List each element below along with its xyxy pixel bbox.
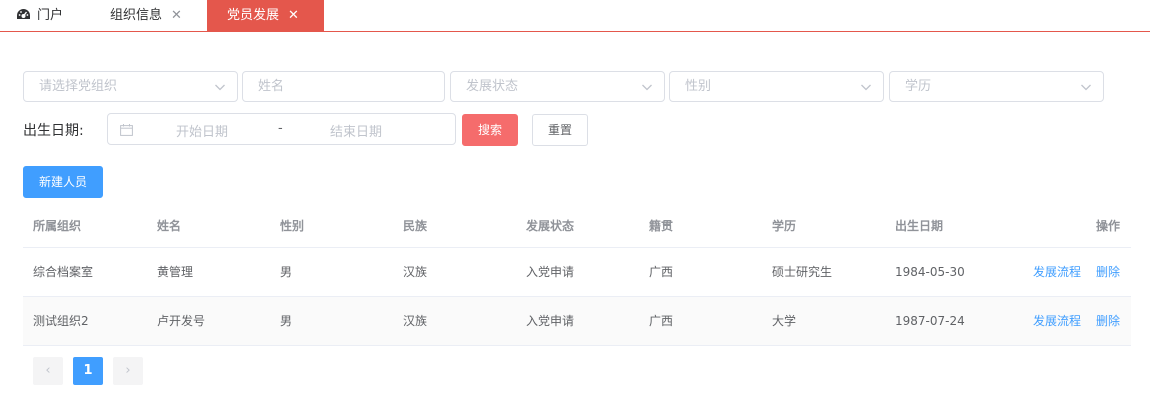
close-icon[interactable]: ✕ bbox=[171, 8, 182, 23]
cell-name: 黄管理 bbox=[157, 265, 194, 279]
chevron-down-icon bbox=[861, 84, 871, 91]
gender-select[interactable]: 性别 bbox=[669, 71, 884, 102]
status-select[interactable]: 发展状态 bbox=[450, 71, 665, 102]
dashboard-icon bbox=[17, 9, 30, 19]
tab-label: 党员发展 bbox=[227, 8, 280, 23]
birth-date-range-picker[interactable]: 开始日期 - 结束日期 bbox=[107, 113, 456, 145]
cell-gender: 男 bbox=[280, 314, 293, 328]
cell-ethnicity: 汉族 bbox=[403, 314, 428, 328]
name-input-placeholder: 姓名 bbox=[258, 79, 285, 94]
close-icon[interactable]: ✕ bbox=[288, 8, 299, 23]
reset-button[interactable]: 重置 bbox=[532, 114, 588, 146]
prev-page-button[interactable]: ‹ bbox=[33, 357, 63, 385]
org-select[interactable]: 请选择党组织 bbox=[23, 71, 238, 102]
chevron-down-icon bbox=[642, 84, 652, 91]
education-select-placeholder: 学历 bbox=[905, 79, 932, 94]
cell-organization: 测试组织2 bbox=[33, 314, 89, 328]
birth-date-label: 出生日期: bbox=[23, 123, 84, 139]
table-row: 测试组织2 卢开发号 男 汉族 入党申请 广西 大学 1987-07-24 发展… bbox=[23, 297, 1131, 346]
end-date-input[interactable]: 结束日期 bbox=[330, 121, 382, 140]
cell-education: 硕士研究生 bbox=[772, 265, 833, 279]
cell-actions: 发展流程 删除 bbox=[1033, 297, 1120, 345]
cell-birth-date: 1987-07-24 bbox=[895, 314, 965, 328]
tab-label: 组织信息 bbox=[110, 8, 163, 23]
cell-birth-date: 1984-05-30 bbox=[895, 265, 965, 279]
delete-link[interactable]: 删除 bbox=[1096, 314, 1120, 328]
header-education: 学历 bbox=[772, 219, 797, 233]
start-date-input[interactable]: 开始日期 bbox=[176, 121, 228, 140]
tab-bar: 门户 组织信息 ✕ 党员发展 ✕ bbox=[0, 0, 1150, 32]
table-header-row: 所属组织 姓名 性别 民族 发展状态 籍贯 学历 出生日期 操作 bbox=[23, 205, 1131, 248]
tab-label: 门户 bbox=[37, 8, 64, 23]
cell-ethnicity: 汉族 bbox=[403, 265, 428, 279]
gender-select-placeholder: 性别 bbox=[685, 79, 712, 94]
next-page-button[interactable]: › bbox=[113, 357, 143, 385]
cell-organization: 综合档案室 bbox=[33, 265, 94, 279]
cell-name: 卢开发号 bbox=[157, 314, 206, 328]
search-button[interactable]: 搜索 bbox=[462, 114, 518, 146]
cell-status: 入党申请 bbox=[526, 314, 575, 328]
cell-status: 入党申请 bbox=[526, 265, 575, 279]
cell-native-place: 广西 bbox=[649, 314, 674, 328]
tab-member-development[interactable]: 党员发展 ✕ bbox=[207, 0, 324, 32]
cell-education: 大学 bbox=[772, 314, 797, 328]
header-birth-date: 出生日期 bbox=[895, 219, 944, 233]
org-select-placeholder: 请选择党组织 bbox=[39, 79, 118, 94]
header-ethnicity: 民族 bbox=[403, 219, 428, 233]
page-number-button[interactable]: 1 bbox=[73, 357, 103, 385]
cell-native-place: 广西 bbox=[649, 265, 674, 279]
cell-actions: 发展流程 删除 bbox=[1033, 248, 1120, 296]
education-select[interactable]: 学历 bbox=[889, 71, 1104, 102]
header-native-place: 籍贯 bbox=[649, 219, 674, 233]
calendar-icon bbox=[120, 124, 133, 136]
tab-org-info[interactable]: 组织信息 ✕ bbox=[110, 0, 182, 32]
chevron-down-icon bbox=[1081, 84, 1091, 91]
new-member-button[interactable]: 新建人员 bbox=[23, 166, 103, 198]
development-process-link[interactable]: 发展流程 bbox=[1033, 314, 1081, 328]
name-input[interactable]: 姓名 bbox=[242, 71, 445, 102]
header-name: 姓名 bbox=[157, 219, 182, 233]
header-organization: 所属组织 bbox=[33, 219, 82, 233]
status-select-placeholder: 发展状态 bbox=[466, 79, 519, 94]
delete-link[interactable]: 删除 bbox=[1096, 265, 1120, 279]
chevron-down-icon bbox=[215, 84, 225, 91]
members-table: 所属组织 姓名 性别 民族 发展状态 籍贯 学历 出生日期 操作 综合档案室 黄… bbox=[23, 205, 1131, 346]
development-process-link[interactable]: 发展流程 bbox=[1033, 265, 1081, 279]
header-gender: 性别 bbox=[280, 219, 305, 233]
tab-portal[interactable]: 门户 bbox=[16, 0, 63, 32]
cell-gender: 男 bbox=[280, 265, 293, 279]
table-row: 综合档案室 黄管理 男 汉族 入党申请 广西 硕士研究生 1984-05-30 … bbox=[23, 248, 1131, 297]
range-separator: - bbox=[278, 121, 283, 136]
header-status: 发展状态 bbox=[526, 219, 575, 233]
header-actions: 操作 bbox=[1095, 219, 1120, 233]
